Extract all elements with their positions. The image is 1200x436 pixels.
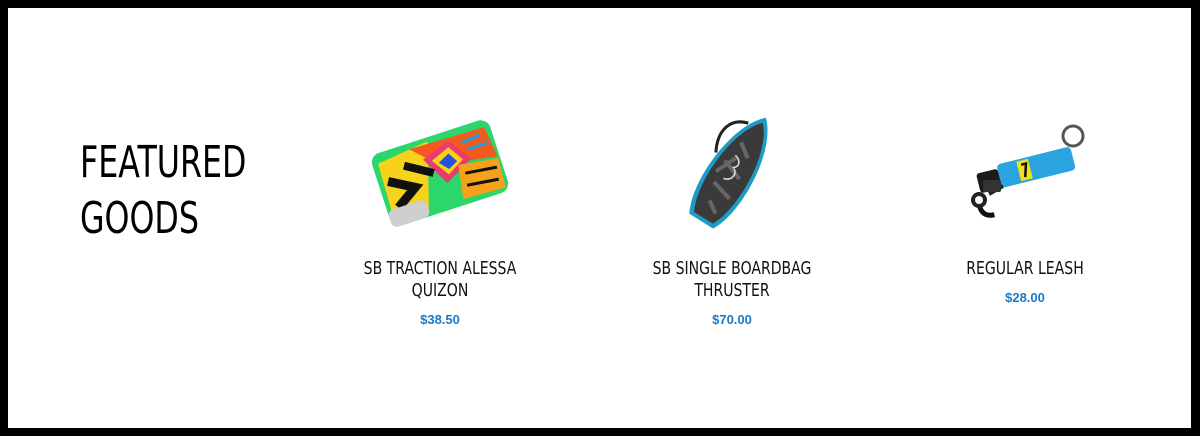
product-price: $70.00 [712,312,752,327]
boardbag-image[interactable] [662,108,802,238]
product-price: $28.00 [1005,290,1045,305]
product-card-traction[interactable]: SB TRACTION ALESSA QUIZON $38.50 [300,108,580,327]
product-price: $38.50 [420,312,460,327]
traction-pad-image[interactable] [370,108,510,238]
featured-goods-section: FEATURED GOODS SB TRACTION ALESSA QUIZON… [8,8,1191,428]
product-name[interactable]: REGULAR LEASH [931,258,1118,280]
product-card-boardbag[interactable]: SB SINGLE BOARDBAG THRUSTER $70.00 [592,108,872,327]
product-card-leash[interactable]: REGULAR LEASH $28.00 [885,108,1165,305]
product-name[interactable]: SB TRACTION ALESSA QUIZON [346,258,533,302]
product-name[interactable]: SB SINGLE BOARDBAG THRUSTER [638,258,825,302]
section-title-line2: GOODS [80,193,199,244]
section-title-line1: FEATURED [80,137,247,188]
leash-image[interactable] [955,108,1095,238]
section-title: FEATURED GOODS [80,135,246,247]
